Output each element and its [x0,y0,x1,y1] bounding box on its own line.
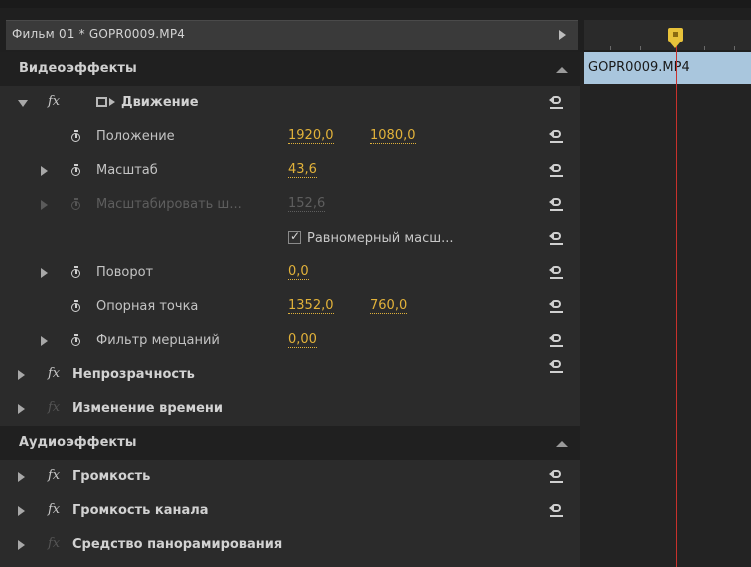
param-row-uniform-scale: ✓ Равномерный масш... [0,222,580,256]
reset-icon[interactable] [549,128,565,144]
param-row-position: Положение 1920,0 1080,0 [0,120,580,154]
expanded-triangle-icon[interactable] [18,100,28,107]
effect-name: Громкость [72,469,151,484]
effect-opacity-row[interactable]: fx Непрозрачность [0,358,580,392]
param-value[interactable]: 0,0 [288,265,309,280]
effect-volume-row[interactable]: fx Громкость [0,460,580,494]
expand-triangle-icon[interactable] [18,472,25,482]
param-name: Опорная точка [96,299,199,314]
uniform-scale-label: Равномерный масш... [307,231,454,246]
effect-name: Громкость канала [72,503,209,518]
reset-icon[interactable] [549,162,565,178]
section-audio-effects[interactable]: Аудиоэффекты [0,426,580,460]
param-row-rotation: Поворот 0,0 [0,256,580,290]
effect-panner-row[interactable]: fx Средство панорамирования [0,528,580,562]
play-triangle-icon[interactable] [559,30,566,40]
param-row-scale: Масштаб 43,6 [0,154,580,188]
clip-title-bar[interactable]: Фильм 01 * GOPR0009.MP4 [6,20,578,50]
param-value: 152,6 [288,196,326,212]
param-value-x[interactable]: 1352,0 [288,299,334,314]
clip-label: GOPR0009.MP4 [588,60,690,75]
expand-triangle-icon[interactable] [41,336,48,346]
expand-triangle-icon[interactable] [18,370,25,380]
reset-icon[interactable] [549,468,565,484]
param-name: Масштаб [96,163,158,178]
param-value-y[interactable]: 760,0 [370,299,408,314]
reset-icon[interactable] [549,298,565,314]
effect-name: Средство панорамирования [72,537,283,552]
expand-triangle-icon[interactable] [41,166,48,176]
effect-controls-panel: Фильм 01 * GOPR0009.MP4 Видеоэффекты fx … [0,8,580,567]
param-row-scale-width: Масштабировать ш... 152,6 [0,188,580,222]
stopwatch-icon[interactable] [70,300,83,313]
reset-icon[interactable] [549,502,565,518]
expand-triangle-icon[interactable] [41,268,48,278]
effect-time-remap-row[interactable]: fx Изменение времени [0,392,580,426]
fx-badge[interactable]: fx [48,366,60,381]
time-ruler[interactable] [580,8,751,52]
reset-icon[interactable] [549,196,565,212]
panel-header: Фильм 01 * GOPR0009.MP4 [0,8,580,52]
expand-triangle-icon[interactable] [18,506,25,516]
effect-name: Непрозрачность [72,367,195,382]
effect-channel-volume-row[interactable]: fx Громкость канала [0,494,580,528]
param-value[interactable]: 0,00 [288,333,317,348]
playhead-handle-icon[interactable] [668,28,683,42]
reset-icon[interactable] [549,264,565,280]
expand-triangle-icon[interactable] [41,200,48,210]
fx-badge: fx [48,536,61,551]
param-row-flicker-filter: Фильтр мерцаний 0,00 [0,324,580,358]
playhead-line [676,46,677,567]
effect-motion-row[interactable]: fx Движение [0,86,580,120]
collapse-up-icon[interactable] [556,441,568,447]
motion-transform-icon[interactable] [96,95,118,111]
uniform-scale-checkbox[interactable]: ✓ [288,229,301,244]
clip-title: Фильм 01 * GOPR0009.MP4 [12,27,186,41]
param-row-anchor-point: Опорная точка 1352,0 760,0 [0,290,580,324]
param-value-y[interactable]: 1080,0 [370,129,416,144]
param-name: Масштабировать ш... [96,197,242,212]
window-top-strip [0,0,751,8]
playhead-tip [670,42,680,48]
fx-badge[interactable]: fx [48,468,60,483]
stopwatch-icon[interactable] [70,164,83,177]
section-video-effects[interactable]: Видеоэффекты [0,52,580,86]
stopwatch-icon [70,198,83,211]
param-name: Поворот [96,265,154,280]
reset-icon[interactable] [549,230,565,246]
expand-triangle-icon[interactable] [18,540,25,550]
param-name: Положение [96,129,175,144]
stopwatch-icon[interactable] [70,334,83,347]
param-value-x[interactable]: 1920,0 [288,129,334,144]
fx-badge[interactable]: fx [48,502,60,517]
fx-badge: fx [48,400,61,415]
effect-name: Движение [121,95,199,110]
effect-name: Изменение времени [72,401,223,416]
reset-icon[interactable] [549,332,565,348]
fx-badge[interactable]: fx [48,94,60,109]
checkmark-icon: ✓ [290,229,301,243]
stopwatch-icon[interactable] [70,130,83,143]
section-title: Аудиоэффекты [19,435,137,450]
expand-triangle-icon[interactable] [18,404,25,414]
collapse-up-icon[interactable] [556,67,568,73]
mini-timeline: GOPR0009.MP4 [580,8,751,567]
param-name: Фильтр мерцаний [96,333,220,348]
section-title: Видеоэффекты [19,61,137,76]
stopwatch-icon[interactable] [70,266,83,279]
reset-icon[interactable] [549,94,565,110]
reset-icon[interactable] [549,358,565,374]
timeline-clip[interactable]: GOPR0009.MP4 [584,52,751,84]
param-value[interactable]: 43,6 [288,163,317,178]
